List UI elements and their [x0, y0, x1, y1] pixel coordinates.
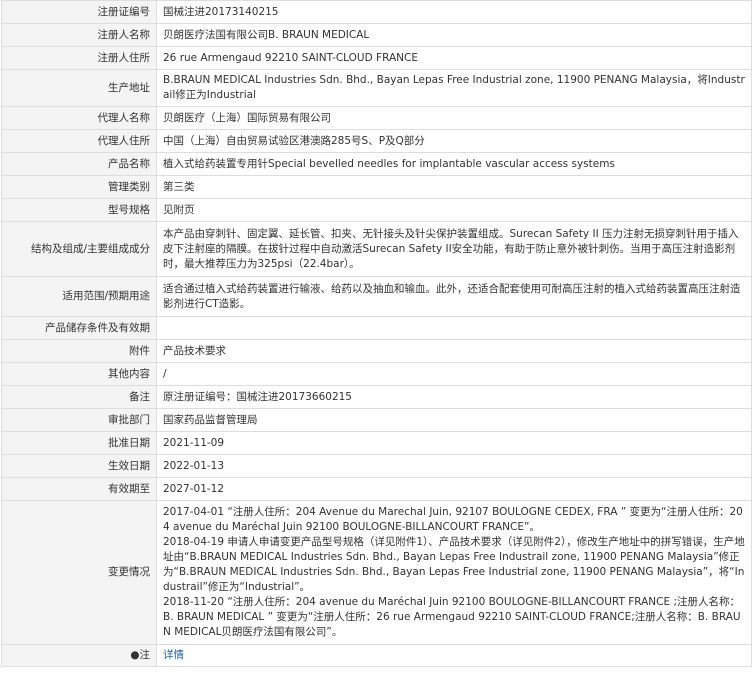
registration-table: 注册证编号 国械注进20173140215 注册人名称 贝朗医疗法国有限公司B. BR…	[1, 0, 752, 667]
table-row: 注册证编号 国械注进20173140215	[1, 0, 752, 24]
history-entry: 2018-04-19 申请人申请变更产品型号规格（详见附件1）、产品技术要求（详…	[163, 536, 745, 593]
row-value: 见附页	[156, 198, 752, 222]
row-value: 本产品由穿刺针、固定翼、延长管、扣夹、无针接头及针尖保护装置组成。Surecan…	[156, 221, 752, 277]
table-row: 备注 原注册证编号：国械注进20173660215	[1, 385, 752, 409]
history-value: 2017-04-01 “注册人住所：204 Avenue du Marechal…	[156, 500, 752, 645]
row-value: 第三类	[156, 175, 752, 199]
table-row: 有效期至 2027-01-12	[1, 477, 752, 501]
row-label: 代理人名称	[1, 106, 157, 130]
row-label: 附件	[1, 339, 157, 363]
table-row: 注册人住所 26 rue Armengaud 92210 SAINT-CLOUD …	[1, 46, 752, 70]
table-row: 批准日期 2021-11-09	[1, 431, 752, 455]
row-label: 生产地址	[1, 69, 157, 107]
row-value: B.BRAUN MEDICAL Industries Sdn. Bhd., Ba…	[156, 69, 752, 107]
row-label: 注册人名称	[1, 23, 157, 47]
note-value: 详情	[156, 644, 752, 667]
row-label: 产品名称	[1, 152, 157, 176]
row-label: 批准日期	[1, 431, 157, 455]
table-row: 产品储存条件及有效期	[1, 316, 752, 340]
row-value: 26 rue Armengaud 92210 SAINT-CLOUD FRANC…	[156, 46, 752, 70]
table-row: 审批部门 国家药品监督管理局	[1, 408, 752, 432]
row-label: 适用范围/预期用途	[1, 276, 157, 317]
row-value: 适合通过植入式给药装置进行输液、给药以及抽血和输血。此外，还适合配套使用可耐高压…	[156, 276, 752, 317]
row-label: 其他内容	[1, 362, 157, 386]
row-value: 贝朗医疗法国有限公司B. BRAUN MEDICAL	[156, 23, 752, 47]
row-value: 国械注进20173140215	[156, 0, 752, 24]
row-value	[156, 316, 752, 340]
row-label: 注册人住所	[1, 46, 157, 70]
detail-link[interactable]: 详情	[163, 649, 184, 661]
note-row: ●注 详情	[1, 644, 752, 667]
history-entry: 2017-04-01 “注册人住所：204 Avenue du Marechal…	[163, 506, 743, 533]
row-label: 结构及组成/主要组成成分	[1, 221, 157, 277]
table-row: 附件 产品技术要求	[1, 339, 752, 363]
note-label: ●注	[1, 644, 157, 667]
row-label: 注册证编号	[1, 0, 157, 24]
registration-table-body: 注册证编号 国械注进20173140215 注册人名称 贝朗医疗法国有限公司B. BR…	[1, 0, 752, 501]
row-label: 型号规格	[1, 198, 157, 222]
table-row: 产品名称 植入式给药装置专用针Special bevelled needles f…	[1, 152, 752, 176]
row-value: 原注册证编号：国械注进20173660215	[156, 385, 752, 409]
history-label: 变更情况	[1, 500, 157, 645]
table-row: 生产地址 B.BRAUN MEDICAL Industries Sdn. Bhd.…	[1, 69, 752, 107]
table-row: 其他内容 /	[1, 362, 752, 386]
row-value: 贝朗医疗（上海）国际贸易有限公司	[156, 106, 752, 130]
table-row: 结构及组成/主要组成成分 本产品由穿刺针、固定翼、延长管、扣夹、无针接头及针尖保护…	[1, 221, 752, 277]
row-label: 产品储存条件及有效期	[1, 316, 157, 340]
row-label: 代理人住所	[1, 129, 157, 153]
row-value: 2027-01-12	[156, 477, 752, 501]
row-label: 备注	[1, 385, 157, 409]
table-row: 注册人名称 贝朗医疗法国有限公司B. BRAUN MEDICAL	[1, 23, 752, 47]
table-row: 代理人名称 贝朗医疗（上海）国际贸易有限公司	[1, 106, 752, 130]
registration-table-footer: 变更情况 2017-04-01 “注册人住所：204 Avenue du Mar…	[1, 500, 752, 667]
row-label: 有效期至	[1, 477, 157, 501]
row-label: 生效日期	[1, 454, 157, 478]
table-row: 代理人住所 中国（上海）自由贸易试验区港澳路285号S、P及Q部分	[1, 129, 752, 153]
row-value: 2021-11-09	[156, 431, 752, 455]
row-label: 审批部门	[1, 408, 157, 432]
row-value: /	[156, 362, 752, 386]
table-row: 管理类别 第三类	[1, 175, 752, 199]
history-row: 变更情况 2017-04-01 “注册人住所：204 Avenue du Mar…	[1, 500, 752, 645]
row-value: 2022-01-13	[156, 454, 752, 478]
row-value: 产品技术要求	[156, 339, 752, 363]
row-label: 管理类别	[1, 175, 157, 199]
history-entry: 2018-11-20 “注册人住所：204 avenue du Maréchal…	[163, 596, 741, 638]
table-row: 适用范围/预期用途 适合通过植入式给药装置进行输液、给药以及抽血和输血。此外，还适…	[1, 276, 752, 317]
row-value: 中国（上海）自由贸易试验区港澳路285号S、P及Q部分	[156, 129, 752, 153]
row-value: 国家药品监督管理局	[156, 408, 752, 432]
table-row: 生效日期 2022-01-13	[1, 454, 752, 478]
row-value: 植入式给药装置专用针Special bevelled needles for i…	[156, 152, 752, 176]
table-row: 型号规格 见附页	[1, 198, 752, 222]
